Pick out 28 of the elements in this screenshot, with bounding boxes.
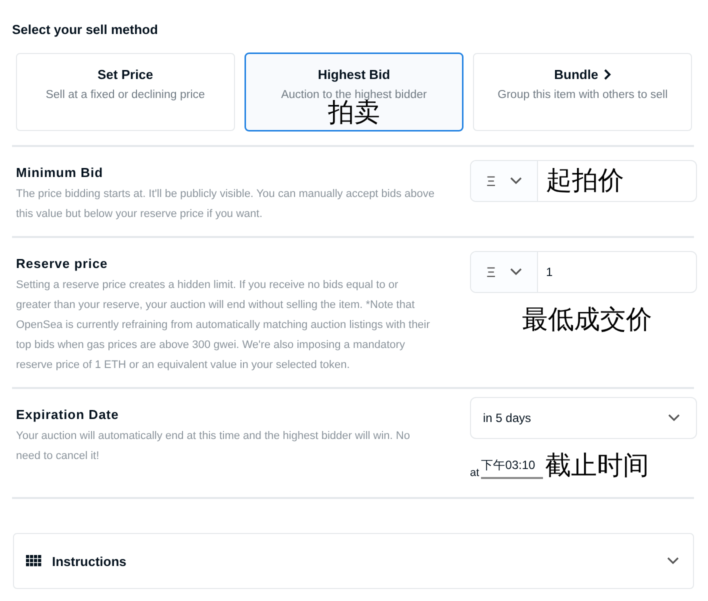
option-title: Set Price [98, 67, 154, 82]
instructions-accordion[interactable]: Instructions [13, 533, 694, 589]
sell-method-option[interactable]: Bundle Group this item with others to sell [473, 53, 692, 131]
option-title: Highest Bid [318, 67, 390, 82]
chevron-right-icon [604, 69, 612, 80]
annotation-text: 最低成交价 [522, 307, 653, 333]
field-title: Expiration Date [16, 407, 120, 422]
field-description: The price bidding starts at. It'll be publicly visible. You can manually accept bids above this value but below your reserve price if you want. [16, 187, 436, 222]
field-description: Your auction will automatically end at this time and the highest bidder will win. No need to cancel it! [16, 429, 411, 464]
annotation-text: 截止时间 [545, 453, 650, 479]
time-prefix: at [470, 467, 480, 479]
time-field[interactable]: 下午03:10 [481, 457, 544, 479]
option-description: Auction to the highest bidder [281, 89, 427, 101]
field-description: Setting a reserve price creates a hidden limit. If you receive no bids equal to or greater than your reserve, your auction will end without selling the item. *Note that OpenSea is currently refraining from automatically matching auction listings with their top bids when gas prices are above 300 gwei. We're also imposing a mandatory reserve price of 1 ETH or an equivalent value in your selected token. [16, 278, 431, 373]
sell-method-option[interactable]: Set Price Sell at a fixed or declining price [16, 53, 235, 131]
grid-icon [26, 555, 42, 567]
instructions-label: Instructions [52, 554, 126, 568]
chevron-icon [667, 557, 679, 565]
field-title: Reserve price [16, 256, 109, 271]
option-description: Sell at a fixed or declining price [46, 89, 205, 101]
option-description: Group this item with others to sell [498, 89, 668, 101]
section-heading: Select your sell method [12, 22, 159, 37]
field-title: Minimum Bid [16, 165, 104, 180]
annotation-text: 拍卖 [328, 100, 380, 126]
duration-dropdown[interactable]: in 5 days [470, 397, 697, 439]
option-title: Bundle [554, 67, 598, 82]
chevron-icon [668, 414, 680, 422]
sell-method-option[interactable]: Highest Bid Auction to the highest bidder 拍卖 [244, 53, 464, 131]
